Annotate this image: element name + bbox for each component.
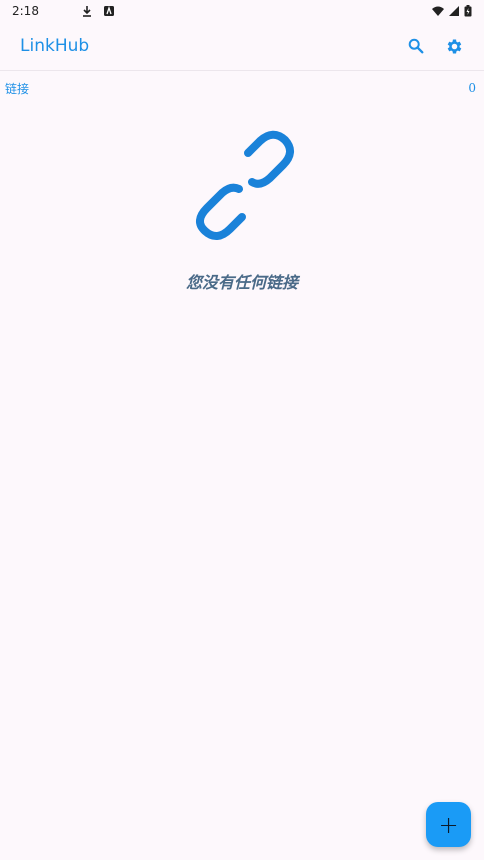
a11y-icon [103,5,115,17]
screen: 2:18 LinkHub 链接 0 您没有任何链接 + [0,0,484,860]
wifi-icon [432,5,444,17]
status-time: 2:18 [12,4,39,18]
app-title: LinkHub [20,36,90,56]
section-label: 链接 [5,81,30,96]
gear-icon[interactable] [444,36,464,56]
empty-message: 您没有任何链接 [185,273,298,292]
empty-state: 您没有任何链接 [0,125,484,293]
signal-icon [448,5,460,17]
app-actions [406,36,464,56]
app-bar: LinkHub [0,22,484,71]
status-right [432,5,472,17]
plus-icon: + [438,810,459,839]
battery-icon [464,5,472,17]
add-link-button[interactable]: + [426,802,471,847]
status-left: 2:18 [12,4,115,18]
section-header: 链接 0 [0,78,484,98]
search-icon[interactable] [406,36,426,56]
section-count: 0 [468,81,476,95]
status-bar: 2:18 [0,0,484,22]
link-icon [182,125,302,245]
download-icon [81,5,93,17]
